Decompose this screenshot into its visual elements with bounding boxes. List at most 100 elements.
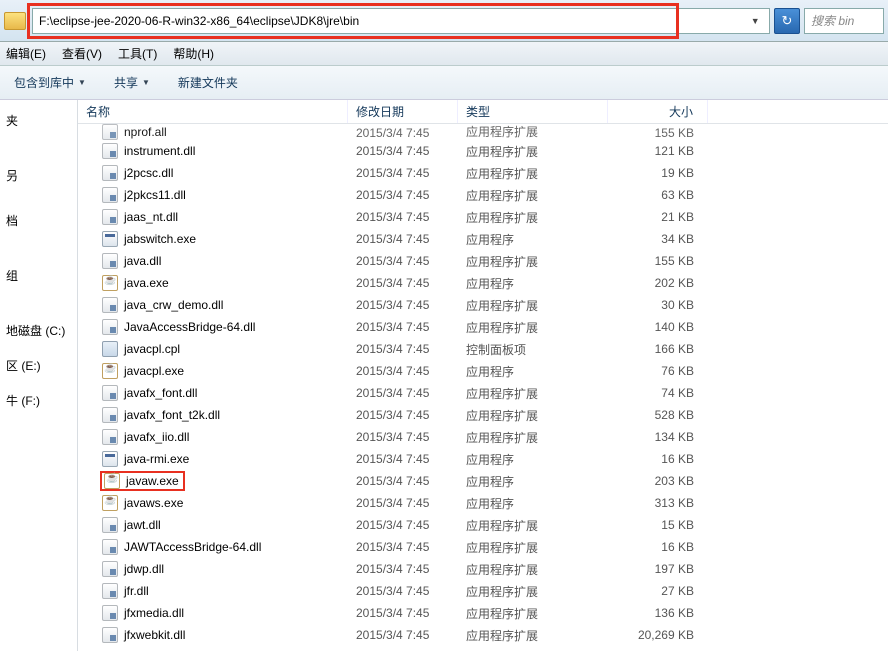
file-name-cell[interactable]: java.dll — [78, 253, 348, 269]
file-row[interactable]: jabswitch.exe2015/3/4 7:45应用程序34 KB — [78, 228, 888, 250]
file-type-cell: 应用程序扩展 — [458, 627, 608, 644]
file-name-cell[interactable]: javaws.exe — [78, 495, 348, 511]
file-name-cell[interactable]: j2pkcs11.dll — [78, 187, 348, 203]
file-row[interactable]: jfr.dll2015/3/4 7:45应用程序扩展27 KB — [78, 580, 888, 602]
file-name-label: jaas_nt.dll — [124, 210, 178, 224]
file-row[interactable]: j2pkcs11.dll2015/3/4 7:45应用程序扩展63 KB — [78, 184, 888, 206]
file-name-cell[interactable]: javacpl.exe — [78, 363, 348, 379]
file-name-cell[interactable]: javafx_iio.dll — [78, 429, 348, 445]
file-name-cell[interactable]: jfr.dll — [78, 583, 348, 599]
file-row[interactable]: jdwp.dll2015/3/4 7:45应用程序扩展197 KB — [78, 558, 888, 580]
file-row[interactable]: instrument.dll2015/3/4 7:45应用程序扩展121 KB — [78, 140, 888, 162]
address-box[interactable]: ▼ — [32, 8, 770, 34]
file-name-cell[interactable]: instrument.dll — [78, 143, 348, 159]
address-input[interactable] — [39, 14, 747, 28]
file-name-cell[interactable]: jdwp.dll — [78, 561, 348, 577]
file-name-cell[interactable]: java-rmi.exe — [78, 451, 348, 467]
file-row[interactable]: java_crw_demo.dll2015/3/4 7:45应用程序扩展30 K… — [78, 294, 888, 316]
col-header-name[interactable]: 名称 — [78, 100, 348, 123]
file-row[interactable]: javacpl.cpl2015/3/4 7:45控制面板项166 KB — [78, 338, 888, 360]
sidebar-item[interactable]: 组 — [0, 263, 77, 288]
file-name-cell[interactable]: javaw.exe — [78, 471, 348, 491]
dll-file-icon — [102, 209, 118, 225]
file-row[interactable]: JAWTAccessBridge-64.dll2015/3/4 7:45应用程序… — [78, 536, 888, 558]
sidebar-item[interactable]: 档 — [0, 208, 77, 233]
menu-edit[interactable]: 编辑(E) — [6, 45, 46, 62]
file-name-cell[interactable]: javafx_font.dll — [78, 385, 348, 401]
file-rows[interactable]: nprof.all2015/3/4 7:45应用程序扩展155 KBinstru… — [78, 124, 888, 651]
dll-file-icon — [102, 319, 118, 335]
file-name-cell[interactable]: JavaAccessBridge-64.dll — [78, 319, 348, 335]
file-name-cell[interactable]: javafx_font_t2k.dll — [78, 407, 348, 423]
main-area: 夹叧档组地磁盘 (C:) 区 (E:) 牛 (F:) 名称 修改日期 类型 大小 n… — [0, 100, 888, 651]
dll-file-icon — [102, 165, 118, 181]
file-size-cell: 34 KB — [608, 232, 708, 246]
file-name-label: javaws.exe — [124, 496, 183, 510]
sidebar-spacer — [0, 143, 77, 153]
dll-file-icon — [102, 187, 118, 203]
file-row[interactable]: javafx_font_t2k.dll2015/3/4 7:45应用程序扩展52… — [78, 404, 888, 426]
sidebar-item[interactable]: 区 (E:) — [0, 353, 77, 378]
file-name-cell[interactable]: jaas_nt.dll — [78, 209, 348, 225]
file-date-cell: 2015/3/4 7:45 — [348, 254, 458, 268]
file-row[interactable]: jaas_nt.dll2015/3/4 7:45应用程序扩展21 KB — [78, 206, 888, 228]
file-row[interactable]: javafx_iio.dll2015/3/4 7:45应用程序扩展134 KB — [78, 426, 888, 448]
file-name-label: JavaAccessBridge-64.dll — [124, 320, 255, 334]
file-type-cell: 控制面板项 — [458, 341, 608, 358]
col-header-type[interactable]: 类型 — [458, 100, 608, 123]
file-name-cell[interactable]: j2pcsc.dll — [78, 165, 348, 181]
sidebar-item[interactable]: 叧 — [0, 163, 77, 188]
menu-tools[interactable]: 工具(T) — [118, 45, 157, 62]
file-name-label: javaw.exe — [126, 474, 179, 488]
file-name-cell[interactable]: javacpl.cpl — [78, 341, 348, 357]
file-name-cell[interactable]: jawt.dll — [78, 517, 348, 533]
address-dropdown-icon[interactable]: ▼ — [747, 16, 763, 26]
col-header-size[interactable]: 大小 — [608, 100, 708, 123]
file-row[interactable]: nprof.all2015/3/4 7:45应用程序扩展155 KB — [78, 124, 888, 140]
file-size-cell: 19 KB — [608, 166, 708, 180]
dll-file-icon — [102, 253, 118, 269]
sidebar-spacer — [0, 298, 77, 308]
toolbar-share[interactable]: 共享 ▼ — [114, 74, 150, 91]
toolbar-include[interactable]: 包含到库中 ▼ — [14, 74, 86, 91]
toolbar-newfolder[interactable]: 新建文件夹 — [178, 74, 238, 91]
file-row[interactable]: java.exe2015/3/4 7:45应用程序202 KB — [78, 272, 888, 294]
file-row[interactable]: j2pcsc.dll2015/3/4 7:45应用程序扩展19 KB — [78, 162, 888, 184]
file-name-cell[interactable]: JAWTAccessBridge-64.dll — [78, 539, 348, 555]
menu-bar: 编辑(E) 查看(V) 工具(T) 帮助(H) — [0, 42, 888, 66]
folder-icon — [4, 12, 26, 30]
file-name-label: javafx_font_t2k.dll — [124, 408, 220, 422]
search-input[interactable]: 搜索 bin — [804, 8, 884, 34]
file-name-cell[interactable]: nprof.all — [78, 124, 348, 140]
file-row[interactable]: jfxmedia.dll2015/3/4 7:45应用程序扩展136 KB — [78, 602, 888, 624]
sidebar-item[interactable]: 地磁盘 (C:) — [0, 318, 77, 343]
file-name-cell[interactable]: java.exe — [78, 275, 348, 291]
menu-help[interactable]: 帮助(H) — [173, 45, 214, 62]
file-size-cell: 313 KB — [608, 496, 708, 510]
file-name-cell[interactable]: jfxmedia.dll — [78, 605, 348, 621]
java-file-icon — [102, 275, 118, 291]
file-row[interactable]: javaw.exe2015/3/4 7:45应用程序203 KB — [78, 470, 888, 492]
menu-view[interactable]: 查看(V) — [62, 45, 102, 62]
col-header-date[interactable]: 修改日期 — [348, 100, 458, 123]
file-date-cell: 2015/3/4 7:45 — [348, 584, 458, 598]
file-name-cell[interactable]: java_crw_demo.dll — [78, 297, 348, 313]
refresh-button[interactable]: ↻ — [774, 8, 800, 34]
file-size-cell: 140 KB — [608, 320, 708, 334]
file-name-cell[interactable]: jfxwebkit.dll — [78, 627, 348, 643]
file-row[interactable]: JavaAccessBridge-64.dll2015/3/4 7:45应用程序… — [78, 316, 888, 338]
file-row[interactable]: jfxwebkit.dll2015/3/4 7:45应用程序扩展20,269 K… — [78, 624, 888, 646]
file-size-cell: 16 KB — [608, 540, 708, 554]
file-name-cell[interactable]: jabswitch.exe — [78, 231, 348, 247]
file-row[interactable]: jawt.dll2015/3/4 7:45应用程序扩展15 KB — [78, 514, 888, 536]
file-row[interactable]: java.dll2015/3/4 7:45应用程序扩展155 KB — [78, 250, 888, 272]
file-row[interactable]: javaws.exe2015/3/4 7:45应用程序313 KB — [78, 492, 888, 514]
sidebar-item[interactable]: 夹 — [0, 108, 77, 133]
file-row[interactable]: javafx_font.dll2015/3/4 7:45应用程序扩展74 KB — [78, 382, 888, 404]
file-row[interactable]: java-rmi.exe2015/3/4 7:45应用程序16 KB — [78, 448, 888, 470]
file-name-label: javacpl.cpl — [124, 342, 180, 356]
file-row[interactable]: javacpl.exe2015/3/4 7:45应用程序76 KB — [78, 360, 888, 382]
exe-file-icon — [102, 451, 118, 467]
file-type-cell: 应用程序扩展 — [458, 124, 608, 140]
sidebar-item[interactable]: 牛 (F:) — [0, 388, 77, 413]
